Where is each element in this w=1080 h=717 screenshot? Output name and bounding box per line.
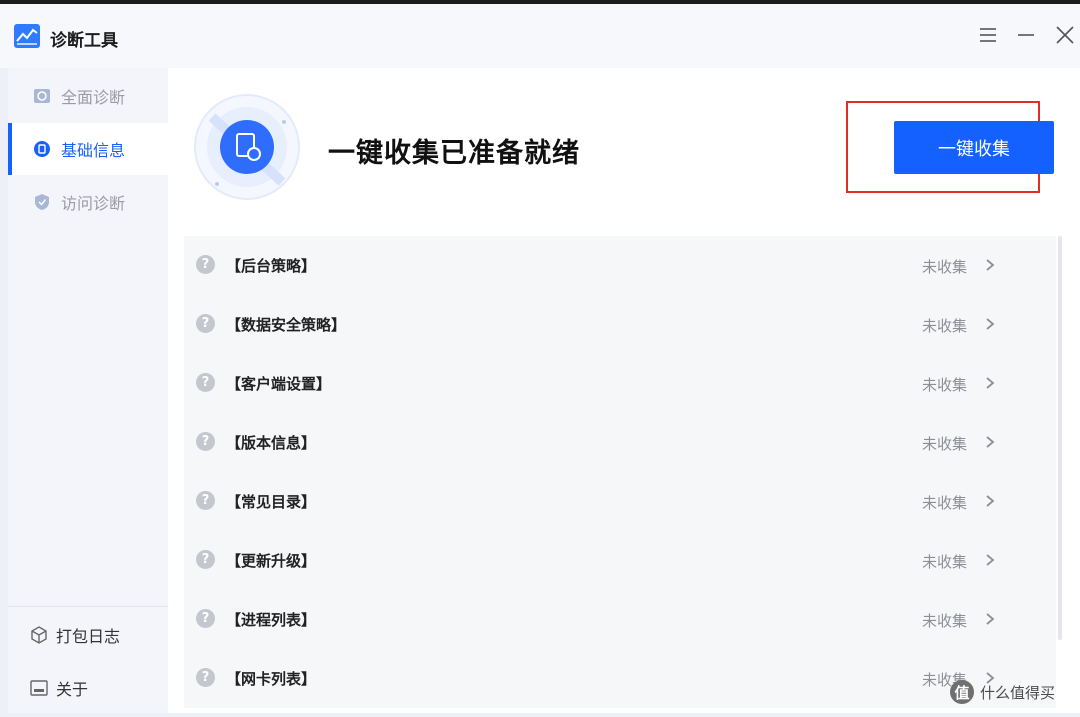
help-icon: ? <box>196 609 215 628</box>
package-icon <box>31 626 47 644</box>
chevron-right-icon <box>986 259 995 271</box>
sidebar: 全面诊断 基础信息 访问诊断 打包日志 关于 <box>8 68 168 713</box>
chevron-right-icon <box>986 613 995 625</box>
sidebar-divider <box>8 606 168 607</box>
chevron-right-icon <box>986 554 995 566</box>
sidebar-item-label: 访问诊断 <box>61 194 126 213</box>
app-title: 诊断工具 <box>50 31 118 51</box>
watermark-text: 什么值得买 <box>980 683 1056 702</box>
collect-status-icon <box>194 94 300 200</box>
list-item[interactable]: ? 【网卡列表】 未收集 <box>184 649 1056 707</box>
page-title: 一键收集已准备就绪 <box>328 138 580 169</box>
about-icon <box>30 680 48 696</box>
watermark-logo: 值 <box>950 680 974 704</box>
item-name: 【数据安全策略】 <box>226 316 347 334</box>
watermark: 值 什么值得买 <box>950 680 1055 704</box>
item-name: 【客户端设置】 <box>226 375 332 393</box>
list-item[interactable]: ? 【后台策略】 未收集 <box>184 236 1056 294</box>
full-diagnosis-icon <box>34 89 50 103</box>
about-button[interactable]: 关于 <box>8 668 168 708</box>
list-item[interactable]: ? 【数据安全策略】 未收集 <box>184 295 1056 353</box>
access-diagnosis-icon <box>35 194 49 210</box>
close-icon <box>1056 26 1074 44</box>
scrollbar[interactable] <box>1058 236 1062 640</box>
chevron-right-icon <box>986 318 995 330</box>
item-status: 未收集 <box>922 258 968 276</box>
help-icon: ? <box>196 432 215 451</box>
active-indicator <box>8 123 12 175</box>
sidebar-item-basic-info[interactable]: 基础信息 <box>8 123 168 175</box>
item-name: 【后台策略】 <box>226 257 317 275</box>
chevron-right-icon <box>986 377 995 389</box>
about-label: 关于 <box>56 680 89 699</box>
minimize-icon <box>1018 34 1034 36</box>
sidebar-item-label: 全面诊断 <box>61 88 126 107</box>
chevron-right-icon <box>986 495 995 507</box>
item-name: 【常见目录】 <box>226 493 317 511</box>
item-status: 未收集 <box>922 553 968 571</box>
item-status: 未收集 <box>922 317 968 335</box>
menu-button[interactable] <box>973 20 1003 50</box>
list-item[interactable]: ? 【客户端设置】 未收集 <box>184 354 1056 412</box>
title-bar: 诊断工具 <box>0 4 1080 68</box>
collect-item-list: ? 【后台策略】 未收集? 【数据安全策略】 未收集? 【客户端设置】 未收集? 【版本信息】… <box>184 236 1056 708</box>
help-icon: ? <box>196 255 215 274</box>
item-name: 【更新升级】 <box>226 552 317 570</box>
help-icon: ? <box>196 314 215 333</box>
sidebar-item-label: 基础信息 <box>61 141 126 160</box>
list-item[interactable]: ? 【版本信息】 未收集 <box>184 413 1056 471</box>
list-item[interactable]: ? 【常见目录】 未收集 <box>184 472 1056 530</box>
help-icon: ? <box>196 373 215 392</box>
help-icon: ? <box>196 550 215 569</box>
item-name: 【网卡列表】 <box>226 670 317 688</box>
item-status: 未收集 <box>922 494 968 512</box>
item-status: 未收集 <box>922 376 968 394</box>
sidebar-item-access-diagnosis[interactable]: 访问诊断 <box>8 176 168 228</box>
list-item[interactable]: ? 【进程列表】 未收集 <box>184 590 1056 648</box>
app-logo-icon <box>14 24 40 48</box>
item-status: 未收集 <box>922 435 968 453</box>
list-item[interactable]: ? 【更新升级】 未收集 <box>184 531 1056 589</box>
menu-icon <box>980 28 996 42</box>
close-button[interactable] <box>1050 20 1080 50</box>
minimize-button[interactable] <box>1011 20 1041 50</box>
package-log-button[interactable]: 打包日志 <box>8 615 168 655</box>
basic-info-icon <box>34 141 50 157</box>
help-icon: ? <box>196 491 215 510</box>
main-panel: 一键收集已准备就绪 一键收集 ? 【后台策略】 未收集? 【数据安全策略】 未收集? 【客… <box>168 68 1080 713</box>
help-icon: ? <box>196 668 215 687</box>
sidebar-item-full-diagnosis[interactable]: 全面诊断 <box>8 70 168 122</box>
chevron-right-icon <box>986 436 995 448</box>
item-name: 【进程列表】 <box>226 611 317 629</box>
package-log-label: 打包日志 <box>56 627 121 646</box>
one-click-collect-button[interactable]: 一键收集 <box>894 121 1054 174</box>
item-status: 未收集 <box>922 612 968 630</box>
item-name: 【版本信息】 <box>226 434 317 452</box>
